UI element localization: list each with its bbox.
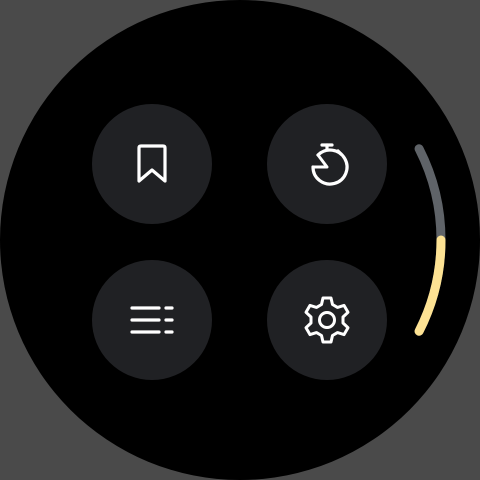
stopwatch-icon — [311, 143, 349, 186]
bookmarks-button[interactable] — [92, 104, 212, 224]
list-icon — [130, 306, 174, 334]
settings-button[interactable] — [267, 260, 387, 380]
list-button[interactable] — [92, 260, 212, 380]
watch-screen — [0, 0, 480, 480]
gear-icon — [304, 296, 350, 344]
watch-face — [0, 0, 480, 480]
timer-button[interactable] — [267, 104, 387, 224]
bookmark-icon — [137, 144, 167, 183]
